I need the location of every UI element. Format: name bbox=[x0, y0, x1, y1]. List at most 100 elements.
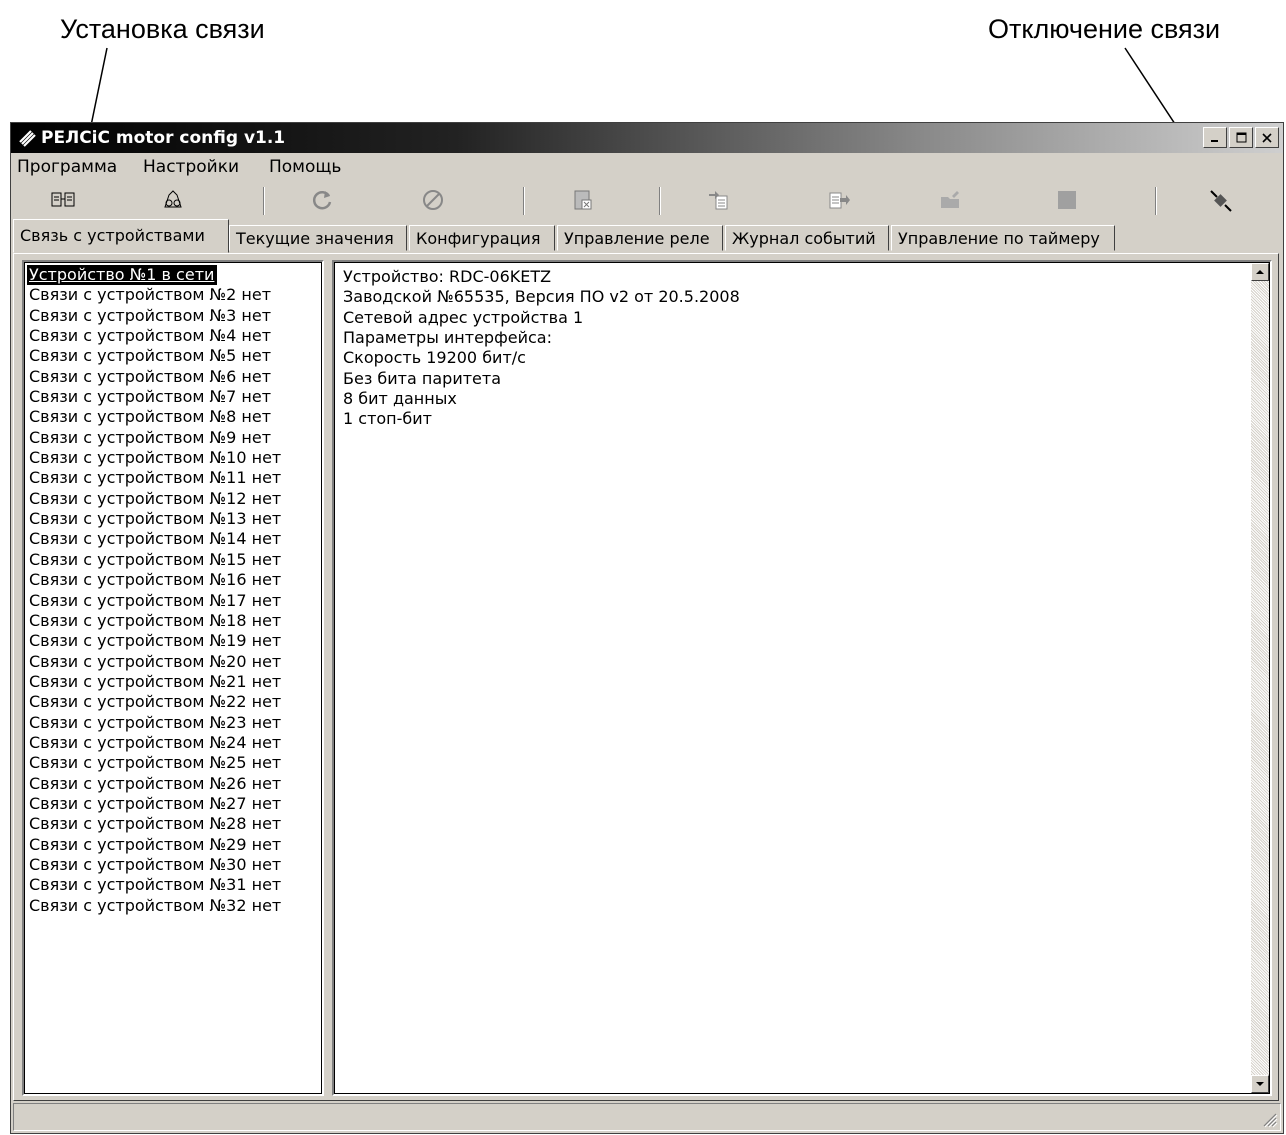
cancel-icon bbox=[423, 190, 443, 210]
tab-timer-control[interactable]: Управление по таймеру bbox=[891, 225, 1115, 251]
status-bar bbox=[13, 1103, 1281, 1131]
list-item[interactable]: Связи с устройством №22 нет bbox=[27, 692, 321, 712]
open-folder-button[interactable] bbox=[935, 185, 967, 215]
device-info-pane[interactable]: Устройство: RDC-06KETZ Заводской №65535, … bbox=[332, 260, 1272, 1096]
tab-configuration[interactable]: Конфигурация bbox=[409, 225, 555, 251]
list-item[interactable]: Связи с устройством №2 нет bbox=[27, 285, 321, 305]
resize-grip-icon[interactable] bbox=[1260, 1110, 1278, 1128]
tab-connection[interactable]: Связь с устройствами bbox=[13, 219, 229, 253]
list-item[interactable]: Связи с устройством №20 нет bbox=[27, 652, 321, 672]
toolbar-separator bbox=[523, 187, 525, 215]
write-button[interactable] bbox=[703, 185, 735, 215]
tab-event-log[interactable]: Журнал событий bbox=[725, 225, 889, 251]
list-item-label: Связи с устройством №18 нет bbox=[29, 610, 282, 630]
menu-help[interactable]: Помощь bbox=[269, 153, 341, 181]
list-item[interactable]: Связи с устройством №15 нет bbox=[27, 550, 321, 570]
search-devices-button[interactable] bbox=[157, 185, 189, 215]
maximize-button[interactable] bbox=[1229, 127, 1253, 148]
scroll-down-button[interactable] bbox=[1251, 1075, 1269, 1093]
list-item[interactable]: Связи с устройством №4 нет bbox=[27, 326, 321, 346]
list-item-label: Связи с устройством №5 нет bbox=[29, 346, 272, 366]
window-title: РЕЛСіС motor config v1.1 bbox=[41, 128, 286, 148]
list-item[interactable]: Связи с устройством №24 нет bbox=[27, 733, 321, 753]
tab-panel-connection: Устройство №1 в сети Связи с устройством … bbox=[13, 253, 1279, 1101]
tab-relay-control[interactable]: Управление реле bbox=[557, 225, 723, 251]
list-item-label: Связи с устройством №16 нет bbox=[29, 570, 282, 590]
list-item[interactable]: Связи с устройством №7 нет bbox=[27, 387, 321, 407]
title-bar[interactable]: РЕЛСіС motor config v1.1 bbox=[11, 123, 1283, 153]
list-item-label: Связи с устройством №20 нет bbox=[29, 651, 282, 671]
list-item[interactable]: Связи с устройством №9 нет bbox=[27, 428, 321, 448]
list-item[interactable]: Связи с устройством №16 нет bbox=[27, 570, 321, 590]
list-item[interactable]: Связи с устройством №10 нет bbox=[27, 448, 321, 468]
device-list[interactable]: Устройство №1 в сети Связи с устройством … bbox=[22, 260, 324, 1096]
list-item[interactable]: Связи с устройством №27 нет bbox=[27, 794, 321, 814]
list-item[interactable]: Связи с устройством №29 нет bbox=[27, 835, 321, 855]
import-button[interactable] bbox=[567, 185, 599, 215]
list-item[interactable]: Связи с устройством №28 нет bbox=[27, 814, 321, 834]
info-line: 1 стоп-бит bbox=[343, 409, 432, 429]
list-item[interactable]: Связи с устройством №17 нет bbox=[27, 591, 321, 611]
tab-current-values[interactable]: Текущие значения bbox=[229, 225, 407, 251]
list-item[interactable]: Устройство №1 в сети bbox=[27, 265, 321, 286]
menu-bar: Программа Настройки Помощь bbox=[11, 153, 1283, 181]
list-item-label: Связи с устройством №14 нет bbox=[29, 529, 282, 549]
tab-strip: Связь с устройствами Текущие значения Ко… bbox=[13, 219, 1283, 253]
search-devices-icon bbox=[164, 190, 182, 208]
list-item-label: Связи с устройством №19 нет bbox=[29, 631, 282, 651]
cancel-button[interactable] bbox=[417, 185, 449, 215]
connect-button[interactable] bbox=[47, 185, 79, 215]
list-item[interactable]: Связи с устройством №32 нет bbox=[27, 896, 321, 916]
info-line: Скорость 19200 бит/с bbox=[343, 348, 526, 368]
send-button[interactable] bbox=[823, 185, 855, 215]
list-item[interactable]: Связи с устройством №23 нет bbox=[27, 713, 321, 733]
list-item[interactable]: Связи с устройством №14 нет bbox=[27, 529, 321, 549]
close-icon bbox=[1262, 132, 1272, 143]
list-item[interactable]: Связи с устройством №25 нет bbox=[27, 753, 321, 773]
maximize-icon bbox=[1236, 132, 1246, 143]
list-item-label: Связи с устройством №24 нет bbox=[29, 732, 282, 752]
stop-button[interactable] bbox=[1051, 185, 1083, 215]
list-item-label: Связи с устройством №4 нет bbox=[29, 326, 272, 346]
scroll-up-button[interactable] bbox=[1251, 263, 1269, 281]
list-item-label: Связи с устройством №29 нет bbox=[29, 834, 282, 854]
list-item-label: Связи с устройством №31 нет bbox=[29, 875, 282, 895]
list-item[interactable]: Связи с устройством №30 нет bbox=[27, 855, 321, 875]
info-line: Устройство: RDC-06KETZ bbox=[343, 267, 552, 286]
list-item[interactable]: Связи с устройством №11 нет bbox=[27, 468, 321, 488]
send-icon bbox=[829, 192, 850, 209]
list-item-label: Связи с устройством №21 нет bbox=[29, 671, 282, 691]
list-item[interactable]: Связи с устройством №31 нет bbox=[27, 875, 321, 895]
menu-settings[interactable]: Настройки bbox=[143, 153, 239, 181]
list-item[interactable]: Связи с устройством №5 нет bbox=[27, 346, 321, 366]
app-window: РЕЛСіС motor config v1.1 Программа Настр… bbox=[10, 122, 1284, 1134]
arrow-up-icon bbox=[1256, 270, 1264, 274]
refresh-icon bbox=[312, 191, 332, 210]
write-icon bbox=[709, 191, 728, 210]
list-item-label: Связи с устройством №12 нет bbox=[29, 488, 282, 508]
list-item[interactable]: Связи с устройством №3 нет bbox=[27, 306, 321, 326]
app-logo-icon bbox=[19, 130, 36, 147]
disconnect-button[interactable] bbox=[1205, 185, 1237, 215]
list-item-label: Связи с устройством №2 нет bbox=[29, 285, 272, 305]
menu-program[interactable]: Программа bbox=[17, 153, 117, 181]
refresh-button[interactable] bbox=[307, 185, 339, 215]
list-item[interactable]: Связи с устройством №6 нет bbox=[27, 367, 321, 387]
list-item[interactable]: Связи с устройством №26 нет bbox=[27, 774, 321, 794]
annotation-connect: Установка связи bbox=[60, 14, 265, 44]
minimize-button[interactable] bbox=[1203, 127, 1227, 148]
close-button[interactable] bbox=[1255, 127, 1279, 148]
list-item[interactable]: Связи с устройством №12 нет bbox=[27, 489, 321, 509]
disconnect-icon bbox=[1210, 190, 1232, 212]
list-item[interactable]: Связи с устройством №13 нет bbox=[27, 509, 321, 529]
list-item[interactable]: Связи с устройством №8 нет bbox=[27, 407, 321, 427]
list-item-label: Связи с устройством №22 нет bbox=[29, 692, 282, 712]
vertical-scrollbar[interactable] bbox=[1251, 263, 1269, 1093]
list-item-label: Связи с устройством №13 нет bbox=[29, 509, 282, 529]
list-item[interactable]: Связи с устройством №19 нет bbox=[27, 631, 321, 651]
list-item[interactable]: Связи с устройством №18 нет bbox=[27, 611, 321, 631]
list-item-label: Связи с устройством №15 нет bbox=[29, 549, 282, 569]
toolbar bbox=[11, 181, 1283, 219]
list-item[interactable]: Связи с устройством №21 нет bbox=[27, 672, 321, 692]
list-item-label: Связи с устройством №9 нет bbox=[29, 427, 272, 447]
